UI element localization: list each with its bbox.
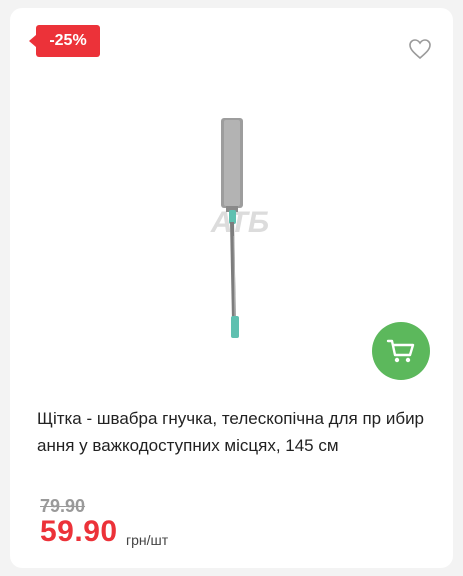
product-image: АТБ bbox=[210, 118, 269, 338]
current-price: 59.90 bbox=[40, 515, 118, 548]
discount-badge: -25% bbox=[29, 25, 100, 57]
product-card[interactable]: -25% АТБ Щітка - швабра гнучка, телескоп… bbox=[10, 8, 453, 568]
watermark-logo: АТБ bbox=[210, 206, 269, 239]
old-price: 79.90 bbox=[40, 496, 86, 516]
heart-icon[interactable] bbox=[408, 38, 432, 60]
add-to-cart-button[interactable] bbox=[372, 322, 430, 380]
price-unit: грн/шт bbox=[126, 532, 169, 548]
cart-icon bbox=[386, 339, 415, 363]
product-title[interactable]: Щітка - швабра гнучка, телескопічна для … bbox=[37, 405, 429, 459]
